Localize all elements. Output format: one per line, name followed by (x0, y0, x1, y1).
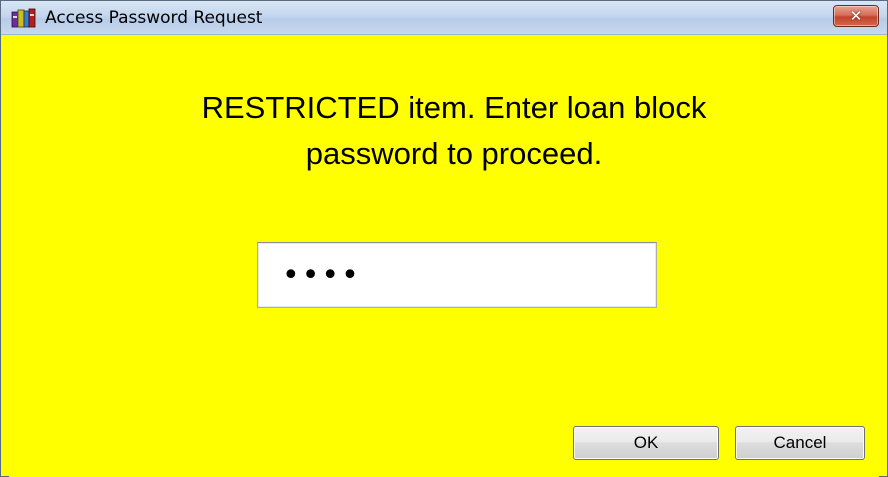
books-icon (11, 7, 37, 29)
message-line-1: RESTRICTED item. Enter loan block (201, 90, 707, 125)
message-line-2: password to proceed. (305, 136, 603, 171)
dialog-window: Access Password Request ✕ RESTRICTED ite… (0, 0, 888, 477)
restricted-message: RESTRICTED item. Enter loan block passwo… (79, 85, 829, 177)
close-button[interactable]: ✕ (833, 5, 879, 27)
title-bar[interactable]: Access Password Request ✕ (1, 1, 887, 35)
dialog-body: RESTRICTED item. Enter loan block passwo… (9, 35, 879, 477)
cancel-button[interactable]: Cancel (735, 426, 865, 460)
window-title: Access Password Request (45, 8, 263, 28)
close-icon: ✕ (849, 7, 863, 25)
password-input[interactable] (257, 242, 657, 308)
ok-button[interactable]: OK (573, 426, 719, 460)
